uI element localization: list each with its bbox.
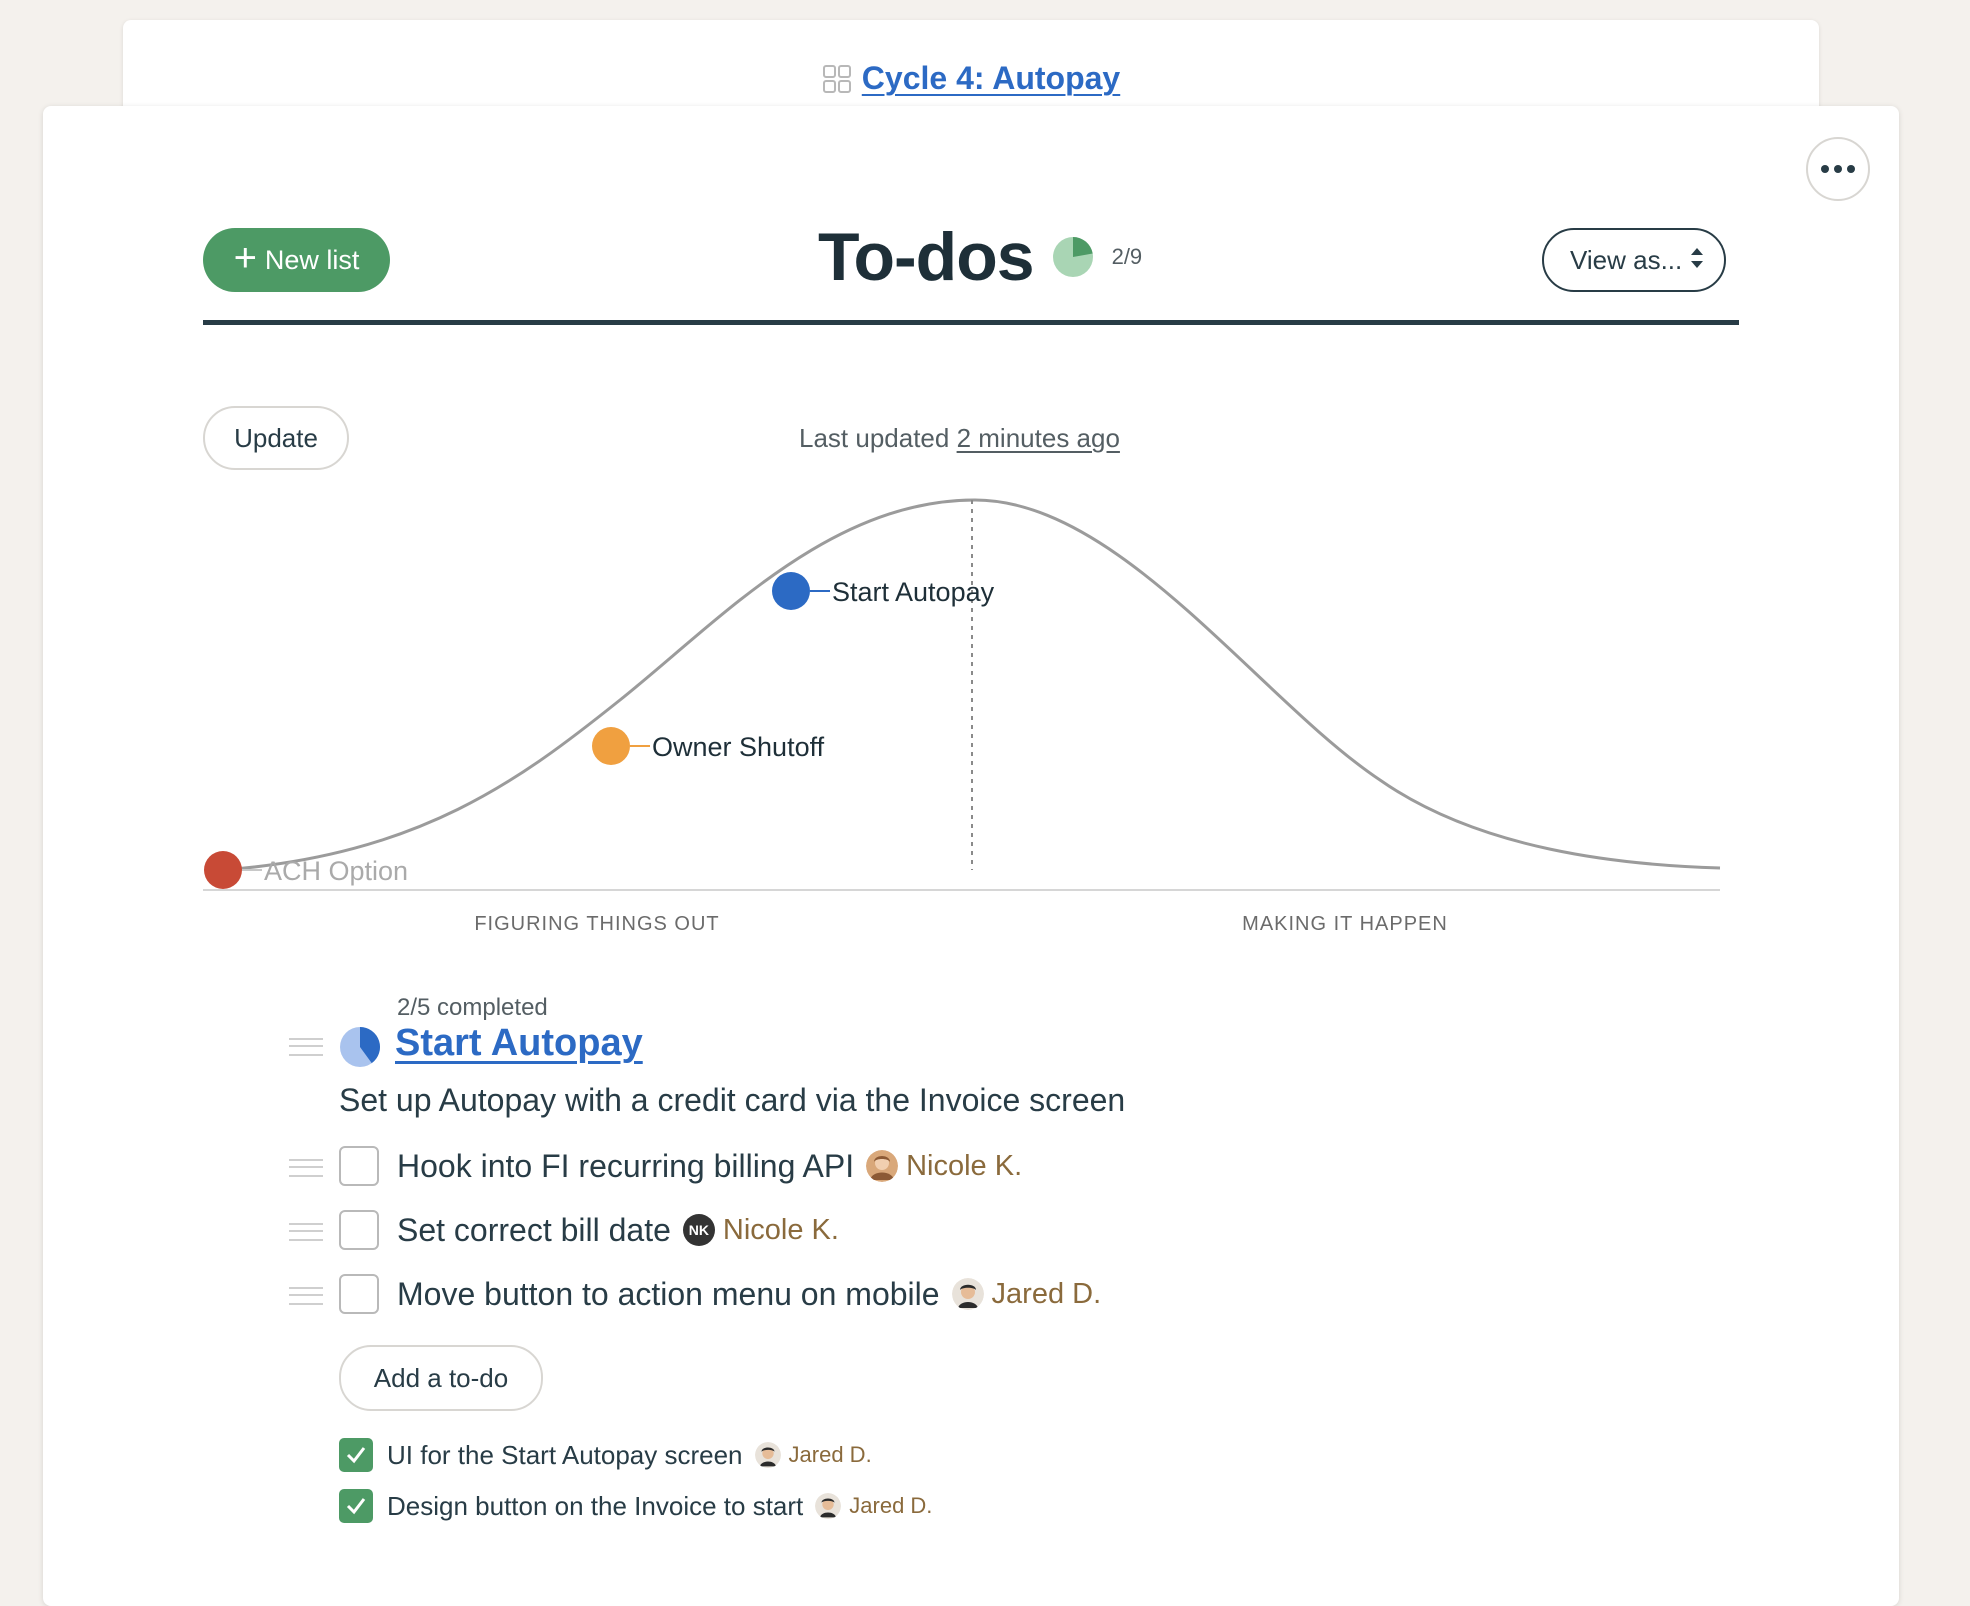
checkmark-icon [346, 1447, 366, 1464]
hill-point-label: Start Autopay [832, 577, 995, 607]
hill-chart: ACH Option Owner Shutoff Start Autopay F… [203, 498, 1721, 935]
add-todo-button[interactable]: Add a to-do [339, 1345, 543, 1411]
drag-handle-icon[interactable] [289, 1038, 323, 1056]
hill-left-section-label: FIGURING THINGS OUT [474, 913, 719, 935]
hill-right-section-label: MAKING IT HAPPEN [1242, 913, 1448, 935]
avatar [951, 1278, 984, 1310]
todo-checkbox[interactable] [339, 1210, 379, 1250]
avatar: NK [682, 1214, 715, 1246]
todo-checkbox[interactable] [339, 1146, 379, 1186]
list-title-link[interactable]: Start Autopay [395, 1022, 643, 1065]
completed-todo-assignee[interactable]: Jared D. [789, 1442, 872, 1468]
completed-checkbox[interactable] [339, 1438, 373, 1472]
todo-assignee[interactable]: Jared D. [992, 1278, 1102, 1311]
add-todo-label: Add a to-do [373, 1362, 509, 1393]
todo-item: Move button to action menu on mobile Jar… [339, 1274, 1101, 1314]
drag-handle-icon[interactable] [289, 1159, 323, 1177]
list-completed-note: 2/5 completed [397, 994, 548, 1021]
completed-todo-text[interactable]: UI for the Start Autopay screen [387, 1440, 743, 1471]
todo-assignee[interactable]: Nicole K. [723, 1214, 839, 1247]
completed-todo-text[interactable]: Design button on the Invoice to start [387, 1491, 803, 1522]
completed-checkbox[interactable] [339, 1489, 373, 1523]
list-progress-pie-icon [340, 1027, 381, 1067]
todo-assignee[interactable]: Nicole K. [906, 1150, 1022, 1183]
todo-text[interactable]: Set correct bill date [397, 1212, 671, 1249]
todo-item: Hook into FI recurring billing API Nicol… [339, 1146, 1022, 1186]
drag-handle-icon[interactable] [289, 1287, 323, 1305]
hill-point-label: Owner Shutoff [652, 732, 825, 762]
completed-todo-item: UI for the Start Autopay screen Jared D. [339, 1438, 872, 1472]
list-description: Set up Autopay with a credit card via th… [339, 1082, 1126, 1118]
completed-todo-assignee[interactable]: Jared D. [849, 1493, 932, 1519]
todo-item: Set correct bill date NK Nicole K. [339, 1210, 839, 1250]
todo-text[interactable]: Move button to action menu on mobile [397, 1276, 940, 1313]
hill-point-ach-option[interactable]: ACH Option [204, 851, 408, 889]
drag-handle-icon[interactable] [289, 1223, 323, 1241]
hill-point-start-autopay[interactable]: Start Autopay [772, 572, 995, 610]
avatar [754, 1442, 781, 1468]
checkmark-icon [346, 1498, 366, 1515]
todo-text[interactable]: Hook into FI recurring billing API [397, 1148, 854, 1185]
hill-point-owner-shutoff[interactable]: Owner Shutoff [592, 727, 825, 765]
avatar [815, 1493, 842, 1519]
completed-todo-item: Design button on the Invoice to start Ja… [339, 1489, 932, 1523]
avatar [866, 1150, 899, 1182]
todo-checkbox[interactable] [339, 1274, 379, 1314]
hill-point-label: ACH Option [264, 856, 408, 886]
